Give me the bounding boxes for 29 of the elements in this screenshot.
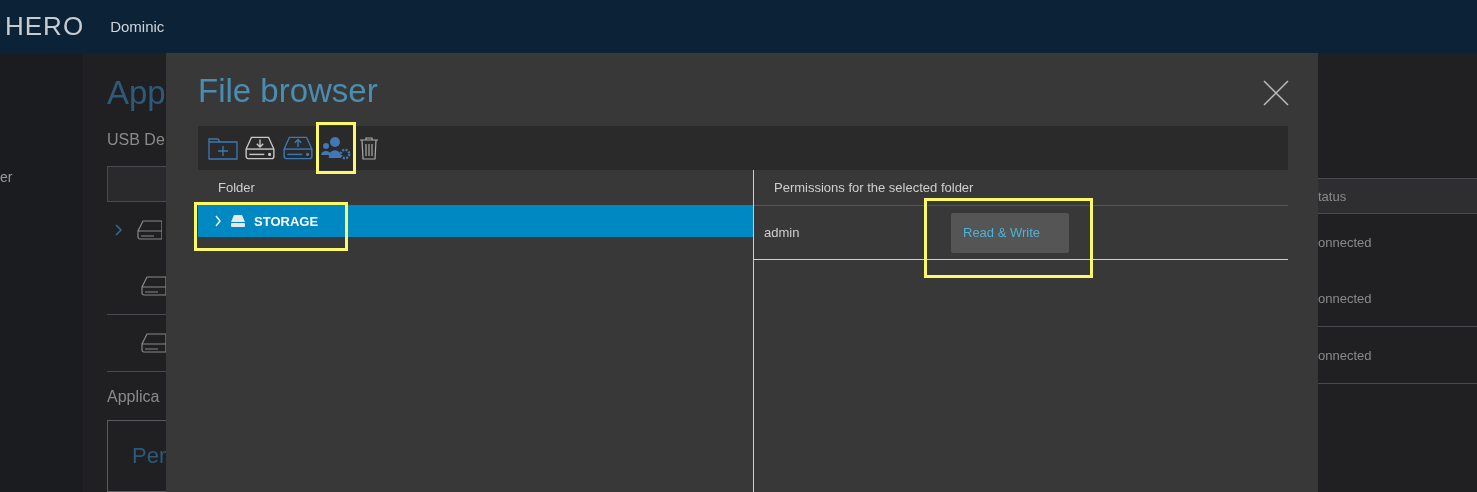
status-text: onnected	[1318, 290, 1372, 306]
section-heading: USB De	[107, 131, 166, 149]
drive-upload-icon	[282, 135, 314, 161]
logo: HERO	[5, 11, 85, 42]
column-header-text: Permissions for the selected folder	[774, 180, 974, 195]
folder-plus-icon	[208, 136, 238, 160]
trash-icon	[358, 136, 380, 160]
drive-icon	[141, 333, 166, 353]
card-title: Per	[132, 443, 167, 468]
page-title: App	[107, 75, 166, 111]
drive-icon	[137, 220, 162, 240]
permission-button[interactable]: Read & Write	[951, 212, 1069, 253]
tree-item[interactable]: STORAGE	[198, 205, 753, 237]
users-gear-icon	[320, 135, 352, 161]
column-header: Folder	[217, 179, 256, 197]
toolbar-button[interactable]	[316, 122, 356, 174]
status-text: onnected	[1318, 347, 1372, 363]
sidebar-item[interactable]: er	[0, 169, 13, 185]
dialog-title: File browser	[198, 72, 378, 110]
user-name: admin	[764, 225, 801, 240]
drive-download-icon	[244, 135, 276, 161]
close-button[interactable]	[1262, 79, 1290, 107]
status-text: onnected	[1318, 234, 1372, 250]
drive-icon	[141, 276, 166, 296]
column-header-text: tatus	[1318, 188, 1347, 204]
chevron-right-icon[interactable]	[115, 224, 123, 236]
section-heading: Applica	[107, 388, 161, 406]
user-name: Dominic	[110, 18, 165, 35]
drive-icon	[230, 215, 246, 227]
